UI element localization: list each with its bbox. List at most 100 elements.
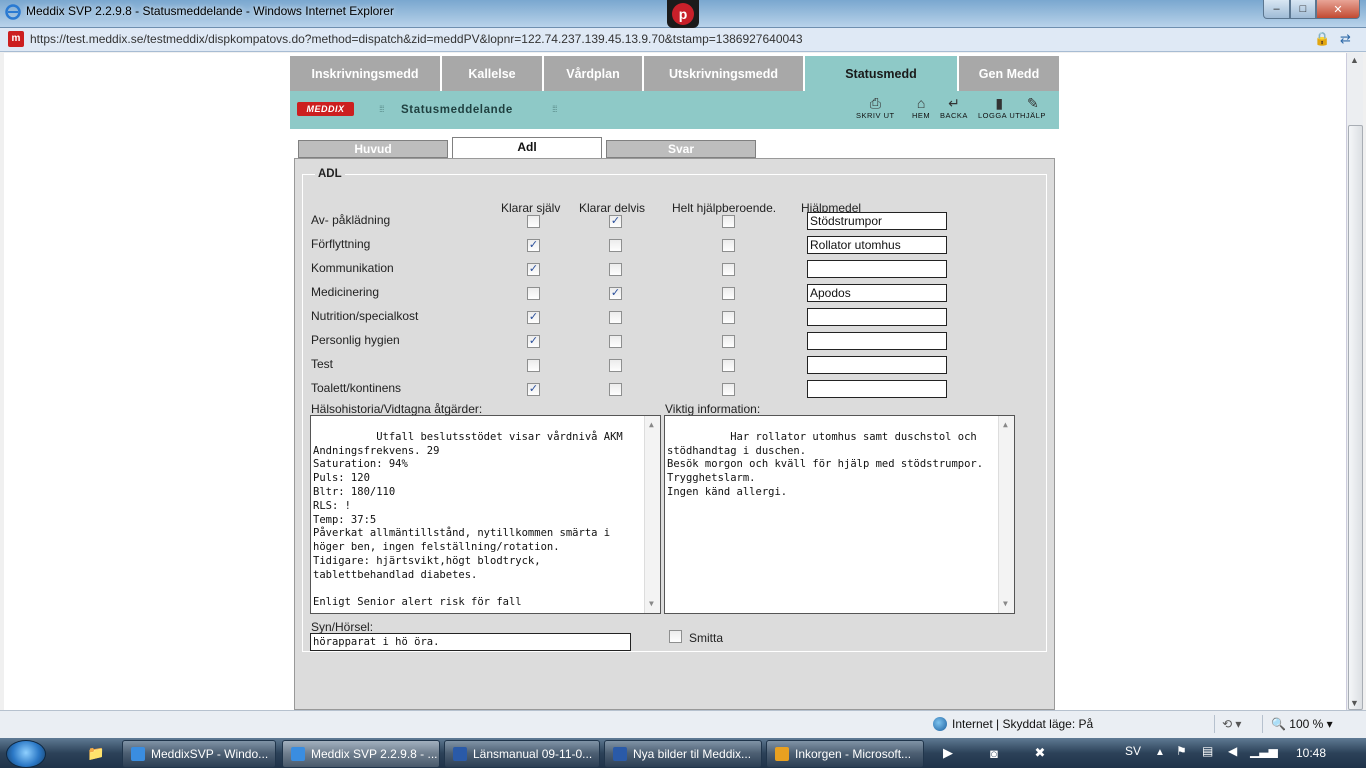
media-player-icon[interactable]: ▶	[930, 741, 966, 765]
checkbox-dependent[interactable]	[722, 359, 735, 372]
checkbox-dependent[interactable]	[722, 239, 735, 252]
checkbox-self[interactable]	[527, 215, 540, 228]
checkbox-dependent[interactable]	[722, 311, 735, 324]
checkbox-self[interactable]	[527, 359, 540, 372]
flag-icon[interactable]: ⚑	[1176, 744, 1187, 758]
row-label: Kommunikation	[311, 261, 394, 275]
app-icon[interactable]: ◙	[976, 741, 1012, 765]
row-label: Av- påklädning	[311, 213, 391, 227]
show-hidden-icons[interactable]: ▲	[1155, 747, 1165, 758]
window-title: Meddix SVP 2.2.9.8 - Statusmeddelande - …	[26, 4, 394, 18]
home-icon: ⌂	[916, 95, 926, 111]
subtab-adl[interactable]: Adl	[452, 137, 602, 159]
smitta-checkbox[interactable]	[669, 630, 682, 643]
excel-icon[interactable]: ✖	[1022, 741, 1058, 765]
language-indicator[interactable]: SV	[1125, 744, 1141, 758]
signal-icon[interactable]: ▁▃▅	[1250, 744, 1278, 758]
checkbox-partial[interactable]	[609, 263, 622, 276]
meddix-logo: MEDDIX	[297, 102, 354, 116]
volume-icon[interactable]: ◀	[1228, 744, 1237, 758]
checkbox-self[interactable]: ✓	[527, 239, 540, 252]
url-field[interactable]: https://test.meddix.se/testmeddix/dispko…	[30, 32, 803, 46]
printer-icon: ⎙	[869, 95, 881, 111]
back-tool[interactable]: ↵ BACKA	[940, 95, 968, 120]
taskbar-item[interactable]: Länsmanual 09-11-0...	[444, 740, 600, 768]
close-button[interactable]: ✕	[1316, 0, 1360, 19]
row-label: Personlig hygien	[311, 333, 400, 347]
taskbar-item[interactable]: Inkorgen - Microsoft...	[766, 740, 924, 768]
checkbox-dependent[interactable]	[722, 263, 735, 276]
tab-statusmedd[interactable]: Statusmedd	[805, 56, 959, 91]
checkbox-partial[interactable]: ✓	[609, 215, 622, 228]
tab-kallelse[interactable]: Kallelse	[442, 56, 544, 91]
checkbox-partial[interactable]	[609, 311, 622, 324]
checkbox-self[interactable]: ✓	[527, 335, 540, 348]
start-button[interactable]	[6, 740, 46, 768]
maximize-button[interactable]: □	[1290, 0, 1316, 19]
aid-input[interactable]: Rollator utomhus	[807, 236, 947, 254]
aid-input[interactable]: Apodos	[807, 284, 947, 302]
home-tool[interactable]: ⌂ HEM	[912, 95, 930, 120]
checkbox-partial[interactable]	[609, 335, 622, 348]
word-icon	[453, 747, 467, 761]
subtab-huvud[interactable]: Huvud	[298, 140, 448, 158]
taskbar-item[interactable]: Meddix SVP 2.2.9.8 - ...	[282, 740, 440, 768]
aid-input[interactable]	[807, 356, 947, 374]
scrollbar-thumb[interactable]	[1348, 125, 1363, 710]
help-tool[interactable]: ✎ HJÄLP	[1020, 95, 1046, 120]
aid-input[interactable]	[807, 308, 947, 326]
grip-icon: ⁞⁞⁞	[552, 104, 557, 114]
checkbox-partial[interactable]: ✓	[609, 287, 622, 300]
adl-panel: ADL Klarar själv Klarar delvis Helt hjäl…	[294, 158, 1055, 710]
tab-utskrivningsmedd[interactable]: Utskrivningsmedd	[644, 56, 805, 91]
textarea-scrollbar[interactable]: ▲ ▼	[998, 416, 1014, 613]
ie-icon	[131, 747, 145, 761]
refresh-icon[interactable]: ⇄	[1340, 31, 1356, 47]
row-label: Förflyttning	[311, 237, 371, 251]
main-nav: Inskrivningsmedd Kallelse Vårdplan Utskr…	[290, 56, 1059, 91]
clock[interactable]: 10:48	[1296, 746, 1326, 760]
aid-input[interactable]	[807, 332, 947, 350]
lock-icon[interactable]: 🔒	[1314, 31, 1330, 47]
health-history-textarea[interactable]: Utfall beslutsstödet visar vårdnivå AKM …	[310, 415, 661, 614]
explorer-icon[interactable]: 📁	[78, 741, 114, 765]
protected-mode-icon[interactable]: ⟲ ▾	[1222, 717, 1241, 731]
logout-icon: ▮	[995, 95, 1004, 111]
checkbox-dependent[interactable]	[722, 287, 735, 300]
aid-input[interactable]	[807, 260, 947, 278]
checkbox-dependent[interactable]	[722, 215, 735, 228]
checkbox-partial[interactable]	[609, 383, 622, 396]
aid-input[interactable]: Stödstrumpor	[807, 212, 947, 230]
checkbox-self[interactable]: ✓	[527, 383, 540, 396]
checkbox-dependent[interactable]	[722, 383, 735, 396]
page-scrollbar[interactable]: ▲ ▼	[1346, 53, 1363, 710]
network-icon[interactable]: ▤	[1202, 744, 1213, 758]
important-info-textarea[interactable]: Har rollator utomhus samt duschstol och …	[664, 415, 1015, 614]
tab-gen-medd[interactable]: Gen Medd	[959, 56, 1059, 91]
title-bar: Meddix SVP 2.2.9.8 - Statusmeddelande - …	[0, 0, 1366, 28]
logout-tool[interactable]: ▮ LOGGA UT	[978, 95, 1020, 120]
minimize-button[interactable]: ‒	[1263, 0, 1290, 19]
tab-inskrivningsmedd[interactable]: Inskrivningsmedd	[290, 56, 442, 91]
print-tool[interactable]: ⎙ SKRIV UT	[856, 95, 895, 120]
checkbox-self[interactable]	[527, 287, 540, 300]
subtab-svar[interactable]: Svar	[606, 140, 756, 158]
textarea-scrollbar[interactable]: ▲ ▼	[644, 416, 660, 613]
taskbar-item[interactable]: Nya bilder til Meddix...	[604, 740, 762, 768]
grip-icon: ⁞⁞⁞	[379, 104, 384, 114]
checkbox-partial[interactable]	[609, 359, 622, 372]
vision-hearing-input[interactable]: hörapparat i hö öra.	[310, 633, 631, 651]
taskbar-item[interactable]: MeddixSVP - Windo...	[122, 740, 276, 768]
checkbox-self[interactable]: ✓	[527, 263, 540, 276]
adl-fieldset: ADL Klarar själv Klarar delvis Helt hjäl…	[302, 168, 1047, 652]
ie-icon	[5, 4, 21, 20]
page-viewport: Inskrivningsmedd Kallelse Vårdplan Utskr…	[4, 53, 1346, 710]
aid-input[interactable]	[807, 380, 947, 398]
row-label: Test	[311, 357, 334, 371]
checkbox-partial[interactable]	[609, 239, 622, 252]
security-zone[interactable]: Internet | Skyddat läge: På	[933, 717, 1093, 731]
zoom-level[interactable]: 🔍 100 % ▾	[1271, 717, 1333, 731]
tab-vardplan[interactable]: Vårdplan	[544, 56, 644, 91]
checkbox-self[interactable]: ✓	[527, 311, 540, 324]
checkbox-dependent[interactable]	[722, 335, 735, 348]
